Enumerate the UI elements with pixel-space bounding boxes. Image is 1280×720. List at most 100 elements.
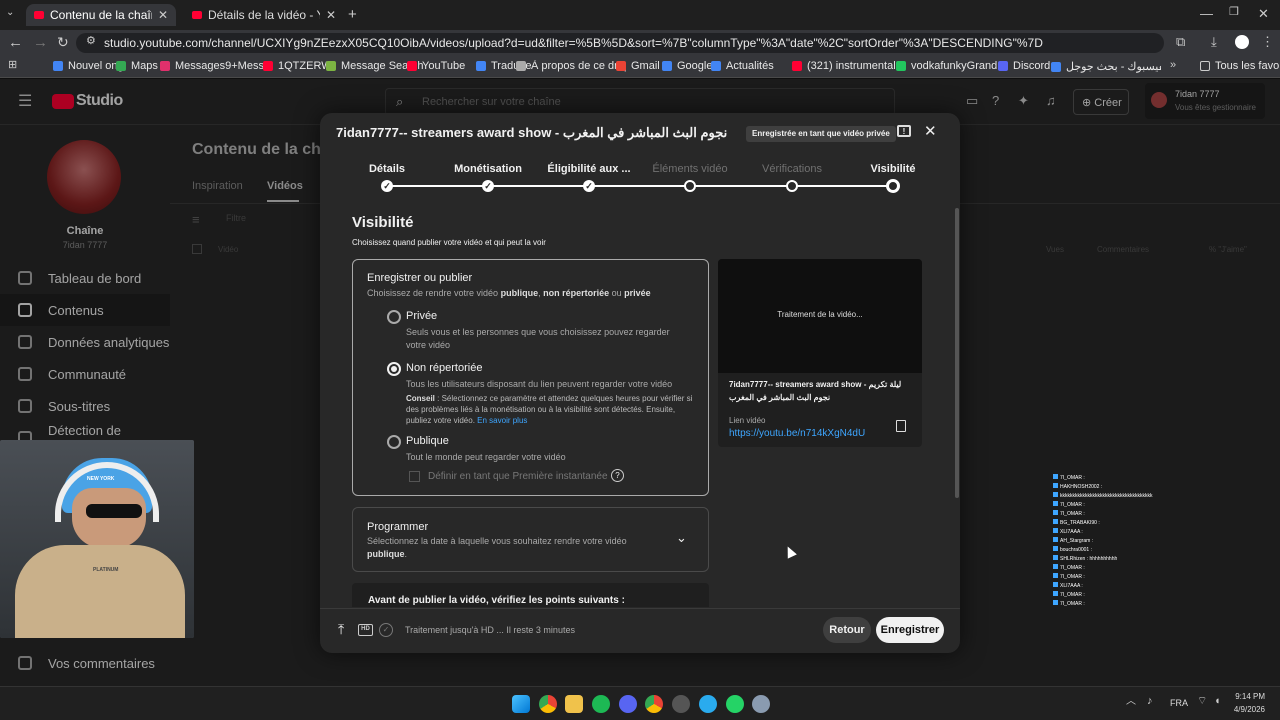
start-icon[interactable] [512,695,530,713]
chat-text: AH_Stargram : [1060,538,1094,544]
profile-icon[interactable] [1235,35,1249,49]
copy-icon[interactable] [896,420,906,432]
back-icon[interactable]: ← [8,35,23,50]
close-dialog-icon[interactable]: ✕ [924,124,937,139]
more-bookmarks-icon[interactable]: » [1170,60,1176,71]
extensions-icon[interactable]: ⧉ [1176,35,1185,48]
chevron-down-icon[interactable]: ⌄ [676,531,687,544]
close-tab-icon[interactable]: ✕ [152,8,168,22]
microphone-icon[interactable]: ♪ [1147,696,1153,707]
bookmark-label: vodkafunkyGrand T... [911,60,1006,72]
bookmark-item[interactable]: الفيسبوك - بحث جوجل [1051,60,1161,73]
close-tab-icon[interactable]: ✕ [320,8,336,22]
chat-message: SHLRhizen : hhhhhhhhhh [1053,555,1117,562]
volume-icon[interactable]: ◖ [1214,696,1221,707]
before-publish-title: Avant de publier la vidéo, vérifiez les … [368,595,625,606]
report-icon[interactable]: ! [897,125,911,137]
tab-search-icon[interactable]: ⌄ [6,8,14,18]
download-icon[interactable]: ⤓ [1211,35,1217,48]
forward-icon[interactable]: → [33,35,48,50]
bookmark-item[interactable]: vodkafunkyGrand T... [896,60,1006,72]
reload-icon[interactable]: ↻ [57,35,69,49]
tab-video-details[interactable]: Détails de la vidéo - YouTube S ✕ [184,4,344,26]
maximize-icon[interactable]: ❐ [1229,7,1239,18]
step-dot[interactable] [886,179,900,193]
video-thumbnail: Traitement de la vidéo... [718,259,922,373]
radio-unlisted[interactable] [387,362,401,376]
bookmark-item[interactable]: Gmail [616,60,660,72]
all-bookmarks[interactable]: Tous les favoris [1200,60,1280,72]
help-icon[interactable]: ? [611,469,624,482]
radio-private[interactable] [387,310,401,324]
clock-time[interactable]: 9:14 PM [1235,692,1265,701]
chat-badge-icon [1053,483,1058,488]
save-button[interactable]: Enregistrer [876,617,944,643]
chat-message: 7I_OMAR : [1053,591,1085,598]
whatsapp-icon[interactable] [726,695,744,713]
step-label[interactable]: Vérifications [762,163,822,175]
bookmark-item[interactable]: YouTube [407,60,465,72]
premiere-checkbox[interactable] [409,471,420,482]
chrome-icon[interactable] [539,695,557,713]
clock-date[interactable]: 4/9/2026 [1231,705,1265,714]
obs-icon[interactable] [672,695,690,713]
bookmark-label: À propos de ce drop [531,60,626,72]
bookmark-item[interactable]: À propos de ce drop [516,60,626,72]
chat-badge-icon [1053,510,1058,515]
discord-icon[interactable] [619,695,637,713]
step-label[interactable]: Monétisation [454,163,522,175]
tab-channel-content[interactable]: Contenu de la chaîne - YouTube ✕ [26,4,176,26]
back-button[interactable]: Retour [823,617,871,643]
settings-icon[interactable] [752,695,770,713]
option-unlisted-desc: Tous les utilisateurs disposant du lien … [406,379,673,389]
file-explorer-icon[interactable] [565,695,583,713]
spotify-icon[interactable] [592,695,610,713]
step-check-icon[interactable]: ✓ [583,180,595,192]
scrollbar[interactable] [955,208,959,498]
menu-icon[interactable]: ⋮ [1261,35,1274,48]
bookmark-item[interactable]: Nouvel onglet [53,60,123,72]
new-tab-icon[interactable]: + [348,7,357,22]
step-label[interactable]: Éligibilité aux ... [547,163,630,175]
step-label[interactable]: Détails [369,163,405,175]
bookmark-item[interactable]: Maps [116,60,158,72]
tab-title: Contenu de la chaîne - YouTube [50,8,152,22]
site-info-icon[interactable]: ⚙ [86,36,96,47]
learn-more-link[interactable]: En savoir plus [477,416,527,425]
step-check-icon[interactable]: ✓ [381,180,393,192]
wifi-icon[interactable]: ⌔ [1197,696,1207,707]
bookmark-item[interactable]: Actualités [711,60,774,72]
bookmark-icon [326,61,336,71]
bookmark-item[interactable]: Discord [998,60,1050,72]
step-check-icon[interactable]: ✓ [482,180,494,192]
t-shirt: PLATINUM [15,545,185,638]
bookmark-label: Gmail [631,60,660,72]
chat-message: XLI7AAA : [1053,582,1083,589]
address-bar[interactable]: ⚙ studio.youtube.com/channel/UCXIYg9nZEe… [76,33,1164,53]
chat-message: 7I_OMAR : [1053,510,1085,517]
chat-text: BG_TRABAKI90 : [1060,520,1100,526]
schedule-card[interactable]: Programmer Sélectionnez la date à laquel… [352,507,709,572]
minimize-icon[interactable]: — [1200,7,1213,20]
step-dot[interactable] [684,180,696,192]
bookmark-item[interactable]: (321) instrumental r... [792,60,902,72]
chat-text: SHLRhizen : hhhhhhhhhh [1060,556,1118,562]
bookmark-item[interactable]: 1QTZERW [263,60,332,72]
option-public-label: Publique [406,435,449,447]
video-link[interactable]: https://youtu.be/n714kXgN4dU [729,428,865,439]
radio-public[interactable] [387,435,401,449]
step-dot[interactable] [786,180,798,192]
language-indicator[interactable]: FRA [1170,698,1188,708]
sunglasses [86,504,142,518]
bookmark-item[interactable]: Messages9+Messag... [160,60,270,72]
step-label[interactable]: Visibilité [870,163,915,175]
step-label[interactable]: Éléments vidéo [652,163,727,175]
bookmark-item[interactable]: Google [662,60,712,72]
close-window-icon[interactable]: ✕ [1258,7,1269,20]
option-private-desc: Seuls vous et les personnes que vous cho… [406,327,670,350]
tray-chevron-icon[interactable]: ︿ [1126,697,1136,707]
telegram-icon[interactable] [699,695,717,713]
chat-message: 7I_OMAR : [1053,474,1085,481]
apps-icon[interactable]: ⊞ [8,60,17,71]
chrome-profile-icon[interactable] [645,695,663,713]
